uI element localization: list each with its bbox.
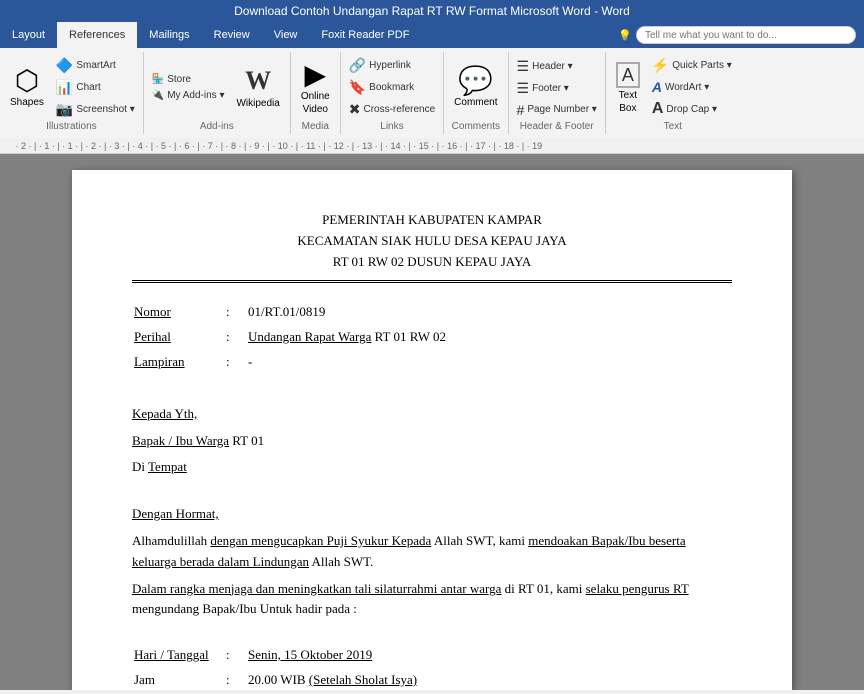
letter-fields: Nomor : 01/RT.01/0819 Perihal : Undangan… <box>132 299 732 375</box>
store-button[interactable]: 🏪 Store <box>148 72 229 87</box>
location: Di Tempat <box>132 457 732 478</box>
body-paragraph2: Dalam rangka menjaga dan meningkatkan ta… <box>132 579 732 621</box>
field-lampiran: Lampiran : - <box>134 351 730 374</box>
tell-me-input[interactable] <box>636 26 856 44</box>
links-group: 🔗 Hyperlink 🔖 Bookmark ✖ Cross-reference… <box>341 52 444 134</box>
shapes-button[interactable]: ⬡ Shapes <box>4 63 50 112</box>
wordart-button[interactable]: A WordArt ▾ <box>648 77 736 97</box>
tab-layout[interactable]: Layout <box>0 22 57 48</box>
page-header: PEMERINTAH KABUPATEN KAMPAR KECAMATAN SI… <box>132 210 732 272</box>
details-table: Hari / Tanggal : Senin, 15 Oktober 2019 … <box>132 642 732 690</box>
addins-group: 🏪 Store 🔌 My Add-ins ▾ W Wikipedia Add-i… <box>144 52 291 134</box>
nomor-colon: : <box>226 301 246 324</box>
field-perihal: Perihal : Undangan Rapat Warga RT 01 RW … <box>134 326 730 349</box>
chart-button[interactable]: 📊 Chart <box>52 77 139 98</box>
header-line1: PEMERINTAH KABUPATEN KAMPAR <box>132 210 732 231</box>
perihal-colon: : <box>226 326 246 349</box>
tab-references[interactable]: References <box>57 22 137 48</box>
comment-button[interactable]: 💬 Comment <box>448 63 503 112</box>
perihal-label: Perihal <box>134 329 171 344</box>
links-label: Links <box>345 121 439 134</box>
lampiran-label: Lampiran <box>134 354 185 369</box>
header-button[interactable]: ☰ Header ▾ <box>513 56 601 77</box>
crossref-button[interactable]: ✖ Cross-reference <box>345 99 439 120</box>
tab-view[interactable]: View <box>262 22 310 48</box>
field-nomor: Nomor : 01/RT.01/0819 <box>134 301 730 324</box>
nomor-value: 01/RT.01/0819 <box>248 301 730 324</box>
tab-mailings[interactable]: Mailings <box>137 22 201 48</box>
bookmark-button[interactable]: 🔖 Bookmark <box>345 77 439 98</box>
media-label: Media <box>295 121 336 134</box>
tab-foxit[interactable]: Foxit Reader PDF <box>309 22 421 48</box>
title-text: Download Contoh Undangan Rapat RT RW For… <box>234 4 630 18</box>
ribbon-tabs: Layout References Mailings Review View F… <box>0 22 864 48</box>
text-box-button[interactable]: A Text Box <box>610 58 646 118</box>
addins-label: Add-ins <box>148 121 286 134</box>
smartart-button[interactable]: 🔷 SmartArt <box>52 55 139 76</box>
header-footer-group: ☰ Header ▾ ☰ Footer ▾ # Page Number ▾ He… <box>509 52 606 134</box>
illustrations-label: Illustrations <box>4 121 139 134</box>
letter-content: Dengan Hormat, Alhamdulillah dengan meng… <box>132 504 732 620</box>
detail-tanggal: Hari / Tanggal : Senin, 15 Oktober 2019 <box>134 644 730 667</box>
recipient: Bapak / Ibu Warga RT 01 <box>132 431 732 452</box>
detail-jam: Jam : 20.00 WIB (Setelah Sholat Isya) <box>134 669 730 690</box>
body-paragraph1: Alhamdulillah dengan mengucapkan Puji Sy… <box>132 531 732 573</box>
nomor-label: Nomor <box>134 304 171 319</box>
text-group: A Text Box ⚡ Quick Parts ▾ A WordArt ▾ A… <box>606 52 740 134</box>
comments-group: 💬 Comment Comments <box>444 52 508 134</box>
myaddin-button[interactable]: 🔌 My Add-ins ▾ <box>148 88 229 103</box>
comments-label: Comments <box>448 121 503 134</box>
page: PEMERINTAH KABUPATEN KAMPAR KECAMATAN SI… <box>72 170 792 690</box>
header-line3: RT 01 RW 02 DUSUN KEPAU JAYA <box>132 252 732 273</box>
page-number-button[interactable]: # Page Number ▾ <box>513 100 601 120</box>
quick-parts-button[interactable]: ⚡ Quick Parts ▾ <box>648 55 736 76</box>
perihal-value: Undangan Rapat Warga RT 01 RW 02 <box>248 326 730 349</box>
lampiran-value: - <box>248 351 730 374</box>
hyperlink-button[interactable]: 🔗 Hyperlink <box>345 55 439 76</box>
header-footer-label: Header & Footer <box>513 121 601 134</box>
greeting: Dengan Hormat, <box>132 504 732 525</box>
screenshot-button[interactable]: 📷 Screenshot ▾ <box>52 99 139 120</box>
ribbon-content: ⬡ Shapes 🔷 SmartArt 📊 Chart 📷 Screenshot… <box>0 48 864 138</box>
wikipedia-button[interactable]: W Wikipedia <box>230 62 285 113</box>
ruler: · 2 · | · 1 · | · 1 · | · 2 · | · 3 · | … <box>0 138 864 154</box>
tab-review[interactable]: Review <box>202 22 262 48</box>
title-bar: Download Contoh Undangan Rapat RT RW For… <box>0 0 864 22</box>
salutation: Kepada Yth, <box>132 404 732 425</box>
footer-button[interactable]: ☰ Footer ▾ <box>513 78 601 99</box>
header-line2: KECAMATAN SIAK HULU DESA KEPAU JAYA <box>132 231 732 252</box>
lampiran-colon: : <box>226 351 246 374</box>
document-area: PEMERINTAH KABUPATEN KAMPAR KECAMATAN SI… <box>0 154 864 690</box>
letter-body: Kepada Yth, Bapak / Ibu Warga RT 01 Di T… <box>132 404 732 478</box>
illustrations-group: ⬡ Shapes 🔷 SmartArt 📊 Chart 📷 Screenshot… <box>0 52 144 134</box>
online-video-button[interactable]: ▶ Online Video <box>295 57 336 119</box>
media-group: ▶ Online Video Media <box>291 52 341 134</box>
text-group-label: Text <box>610 121 736 134</box>
header-divider <box>132 280 732 283</box>
drop-cap-button[interactable]: A Drop Cap ▾ <box>648 98 736 120</box>
